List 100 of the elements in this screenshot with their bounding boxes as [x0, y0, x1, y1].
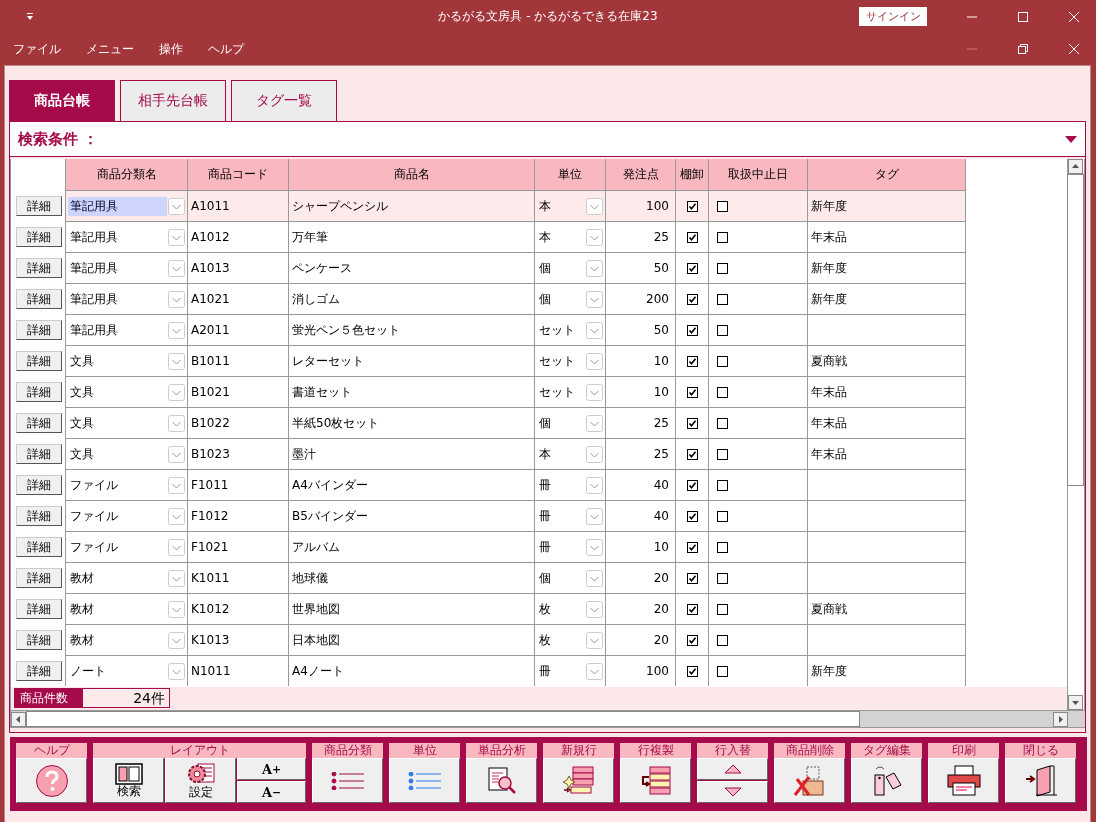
detail-button[interactable]: 詳細	[16, 258, 62, 278]
table-row[interactable]: 詳細 文具 B1022 半紙50枚セット 個 25 年末品	[11, 407, 966, 439]
checkbox[interactable]	[686, 573, 698, 584]
checkbox[interactable]	[686, 480, 698, 491]
table-row[interactable]: 詳細 教材 K1013 日本地図 枚 20	[11, 624, 966, 656]
table-row[interactable]: 詳細 教材 K1011 地球儀 個 20	[11, 562, 966, 594]
checkbox[interactable]	[686, 449, 698, 460]
detail-button[interactable]: 詳細	[16, 475, 62, 495]
toolbar-button[interactable]	[928, 758, 999, 803]
table-row[interactable]: 詳細 ファイル F1021 アルバム 冊 10	[11, 531, 966, 563]
restore-icon[interactable]	[1017, 43, 1029, 55]
toolbar-button[interactable]	[466, 758, 537, 803]
scroll-down-icon[interactable]	[1068, 695, 1083, 710]
checkbox[interactable]	[717, 387, 728, 398]
checkbox[interactable]	[686, 418, 698, 429]
detail-button[interactable]: 詳細	[16, 661, 62, 681]
checkbox[interactable]	[717, 666, 728, 677]
table-row[interactable]: 詳細 文具 B1023 墨汁 本 25 年末品	[11, 438, 966, 470]
detail-button[interactable]: 詳細	[16, 382, 62, 402]
detail-button[interactable]: 詳細	[16, 320, 62, 340]
close-icon[interactable]	[1068, 10, 1080, 23]
scroll-thumb[interactable]	[26, 711, 860, 727]
table-row[interactable]: 詳細 教材 K1012 世界地図 枚 20 夏商戦	[11, 593, 966, 625]
move-up-button[interactable]	[697, 758, 768, 780]
checkbox[interactable]	[686, 666, 698, 677]
checkbox[interactable]	[717, 480, 728, 491]
table-row[interactable]: 詳細 文具 B1011 レターセット セット 10 夏商戦	[11, 345, 966, 377]
scroll-left-icon[interactable]	[11, 711, 26, 727]
detail-button[interactable]: 詳細	[16, 537, 62, 557]
checkbox[interactable]	[717, 325, 728, 336]
checkbox[interactable]	[717, 604, 728, 615]
checkbox[interactable]	[686, 325, 698, 336]
checkbox[interactable]	[686, 356, 698, 367]
toolbar-button[interactable]: 設定	[165, 758, 236, 803]
sign-in-button[interactable]: サインイン	[859, 7, 927, 26]
toolbar-button[interactable]	[620, 758, 691, 803]
vertical-scrollbar[interactable]	[1067, 159, 1085, 710]
table-row[interactable]: 詳細 文具 B1021 書道セット セット 10 年末品	[11, 376, 966, 408]
menu-item[interactable]: メニュー	[86, 40, 134, 58]
checkbox[interactable]	[686, 201, 698, 212]
detail-button[interactable]: 詳細	[16, 630, 62, 650]
tab[interactable]: 相手先台帳	[120, 80, 226, 121]
checkbox[interactable]	[717, 511, 728, 522]
checkbox[interactable]	[717, 635, 728, 646]
checkbox[interactable]	[686, 511, 698, 522]
checkbox[interactable]	[717, 573, 728, 584]
detail-button[interactable]: 詳細	[16, 506, 62, 526]
toolbar-button[interactable]	[774, 758, 845, 803]
toolbar-button[interactable]	[389, 758, 460, 803]
table-row[interactable]: 詳細 ファイル F1012 B5バインダー 冊 40	[11, 500, 966, 532]
table-row[interactable]: 詳細 筆記用具 A1021 消しゴム 個 200 新年度	[11, 283, 966, 315]
checkbox[interactable]	[686, 263, 698, 274]
tab[interactable]: 商品台帳	[9, 80, 115, 121]
detail-button[interactable]: 詳細	[16, 413, 62, 433]
close-icon[interactable]	[1068, 43, 1080, 55]
table-row[interactable]: 詳細 筆記用具 A2011 蛍光ペン５色セット セット 50	[11, 314, 966, 346]
horizontal-scrollbar[interactable]	[10, 710, 1085, 728]
detail-button[interactable]: 詳細	[16, 196, 62, 216]
detail-button[interactable]: 詳細	[16, 568, 62, 588]
move-down-button[interactable]	[697, 781, 768, 803]
toolbar-button[interactable]: 検索	[93, 758, 164, 803]
table-row[interactable]: 詳細 ノート N1011 A4ノート 冊 100 新年度	[11, 655, 966, 686]
table-row[interactable]: 詳細 筆記用具 A1012 万年筆 本 25 年末品	[11, 221, 966, 253]
table-row[interactable]: 詳細 ファイル F1011 A4バインダー 冊 40	[11, 469, 966, 501]
checkbox[interactable]	[717, 232, 728, 243]
checkbox[interactable]	[686, 294, 698, 305]
scroll-thumb[interactable]	[1067, 174, 1084, 486]
detail-button[interactable]: 詳細	[16, 351, 62, 371]
toolbar-button[interactable]	[16, 758, 87, 803]
dropdown-icon[interactable]	[1065, 135, 1077, 143]
toolbar-button[interactable]	[1005, 758, 1076, 803]
checkbox[interactable]	[686, 542, 698, 553]
checkbox[interactable]	[686, 635, 698, 646]
detail-button[interactable]: 詳細	[16, 289, 62, 309]
toolbar-button[interactable]	[851, 758, 922, 803]
checkbox[interactable]	[717, 449, 728, 460]
checkbox[interactable]	[717, 542, 728, 553]
detail-button[interactable]: 詳細	[16, 599, 62, 619]
menu-item[interactable]: ヘルプ	[208, 40, 244, 58]
checkbox[interactable]	[686, 604, 698, 615]
checkbox[interactable]	[686, 232, 698, 243]
table-row[interactable]: 詳細 筆記用具 A1013 ペンケース 個 50 新年度	[11, 252, 966, 284]
scroll-up-icon[interactable]	[1068, 159, 1083, 174]
table-row[interactable]: 詳細 筆記用具 A1011 シャープペンシル 本 100 新年度	[11, 190, 966, 222]
checkbox[interactable]	[717, 294, 728, 305]
quick-access-icon[interactable]	[26, 12, 34, 21]
detail-button[interactable]: 詳細	[16, 227, 62, 247]
checkbox[interactable]	[717, 418, 728, 429]
checkbox[interactable]	[717, 263, 728, 274]
toolbar-button[interactable]	[543, 758, 614, 803]
checkbox[interactable]	[717, 201, 728, 212]
checkbox[interactable]	[717, 356, 728, 367]
maximize-icon[interactable]	[1017, 10, 1029, 23]
tab[interactable]: タグ一覧	[231, 80, 337, 121]
menu-item[interactable]: 操作	[159, 40, 183, 58]
checkbox[interactable]	[686, 387, 698, 398]
scroll-right-icon[interactable]	[1053, 711, 1068, 727]
menu-item[interactable]: ファイル	[13, 40, 61, 58]
toolbar-button[interactable]	[312, 758, 383, 803]
detail-button[interactable]: 詳細	[16, 444, 62, 464]
